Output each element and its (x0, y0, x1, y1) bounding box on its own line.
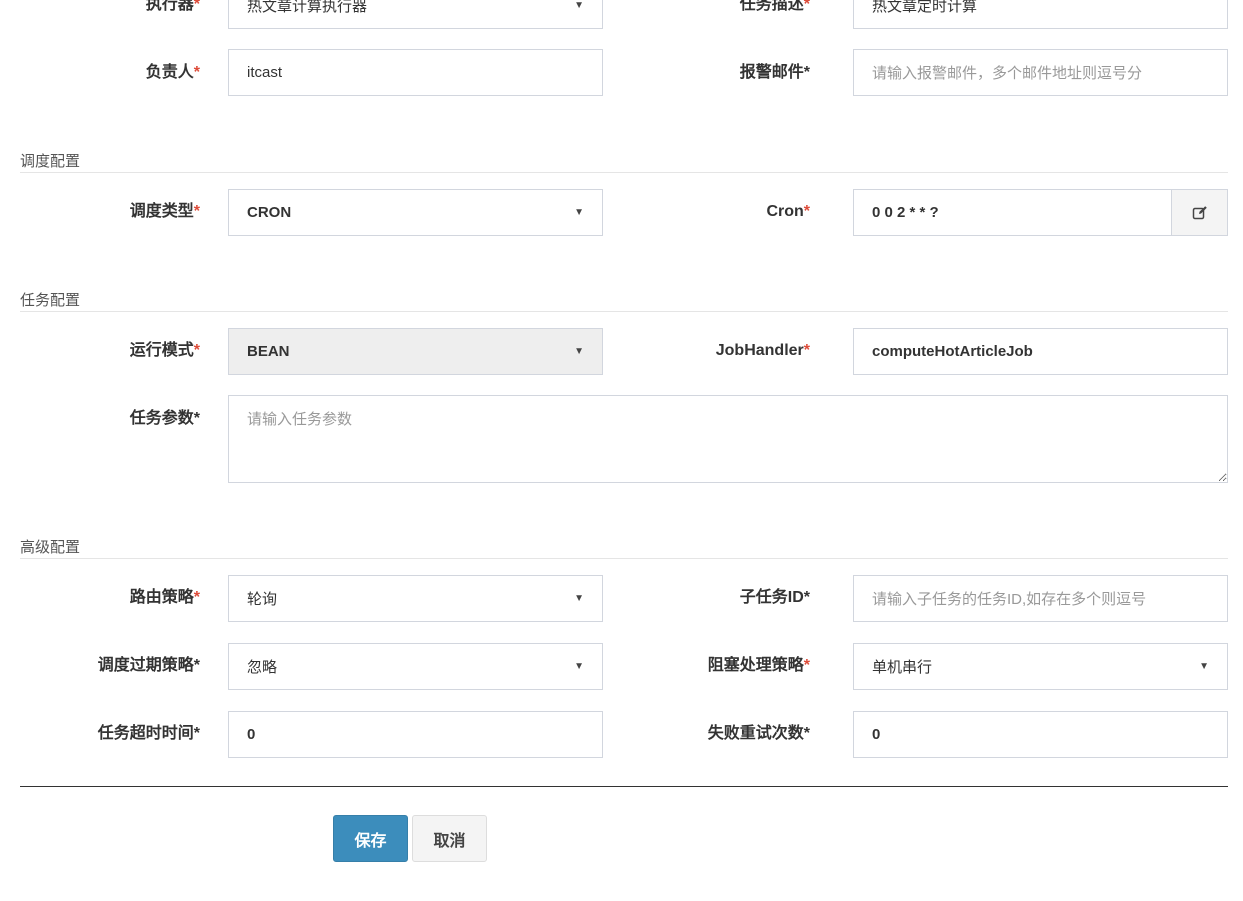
executor-select[interactable]: 热文章计算执行器 ▼ (228, 0, 603, 29)
job-param-textarea[interactable] (228, 395, 1228, 483)
schedule-type-label: 调度类型* (129, 203, 200, 220)
route-strategy-label: 路由策略* (129, 589, 200, 606)
save-button[interactable]: 保存 (333, 815, 408, 862)
cron-input[interactable]: 0 0 2 * * ? (853, 189, 1172, 236)
caret-down-icon: ▼ (1199, 661, 1209, 672)
retry-count-label: 失败重试次数* (707, 725, 810, 742)
edit-icon (1192, 205, 1207, 219)
retry-count-input[interactable]: 0 (853, 711, 1228, 758)
cron-label: Cron* (766, 203, 810, 220)
cron-edit-button[interactable] (1172, 189, 1228, 236)
alarm-email-label: 报警邮件* (739, 64, 810, 81)
block-strategy-select[interactable]: 单机串行 ▼ (853, 643, 1228, 690)
caret-down-icon: ▼ (574, 661, 584, 672)
caret-down-icon: ▼ (574, 593, 584, 604)
section-advanced-title: 高级配置 (20, 536, 1228, 559)
section-task-title: 任务配置 (20, 289, 1228, 312)
child-job-id-label: 子任务ID* (739, 589, 810, 606)
child-job-id-input[interactable]: 请输入子任务的任务ID,如存在多个则逗号 (853, 575, 1228, 622)
timeout-label: 任务超时时间* (97, 725, 200, 742)
route-strategy-select[interactable]: 轮询 ▼ (228, 575, 603, 622)
executor-label: 执行器* (145, 0, 200, 13)
caret-down-icon: ▼ (574, 346, 584, 357)
author-label: 负责人* (145, 64, 200, 81)
misfire-strategy-label: 调度过期策略* (97, 657, 200, 674)
alarm-email-input[interactable]: 请输入报警邮件，多个邮件地址则逗号分 (853, 49, 1228, 96)
section-schedule-title: 调度配置 (20, 150, 1228, 173)
job-desc-label: 任务描述* (739, 0, 810, 13)
job-param-label: 任务参数* (129, 410, 200, 427)
glue-type-select[interactable]: BEAN ▼ (228, 328, 603, 375)
glue-type-label: 运行模式* (129, 342, 200, 359)
job-desc-input[interactable]: 热文章定时计算 (853, 0, 1228, 29)
caret-down-icon: ▼ (574, 207, 584, 218)
caret-down-icon: ▼ (574, 0, 584, 11)
block-strategy-label: 阻塞处理策略* (707, 657, 810, 674)
job-handler-input[interactable]: computeHotArticleJob (853, 328, 1228, 375)
job-handler-label: JobHandler* (715, 342, 810, 359)
form-divider (20, 786, 1228, 787)
cancel-button[interactable]: 取消 (412, 815, 487, 862)
schedule-type-select[interactable]: CRON ▼ (228, 189, 603, 236)
timeout-input[interactable]: 0 (228, 711, 603, 758)
author-input[interactable]: itcast (228, 49, 603, 96)
misfire-strategy-select[interactable]: 忽略 ▼ (228, 643, 603, 690)
